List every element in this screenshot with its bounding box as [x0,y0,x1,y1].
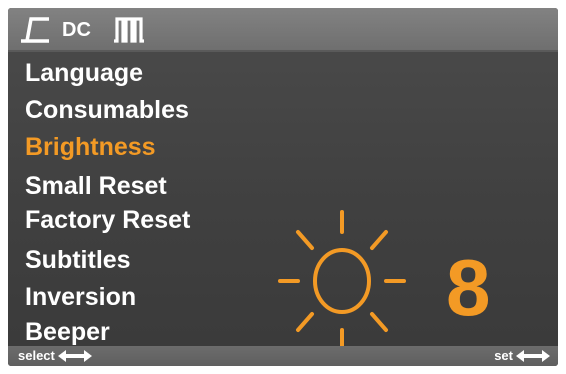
dc-label: DC [62,19,91,41]
menu-item-beeper[interactable]: Beeper [25,317,110,347]
set-hint: set [494,348,550,364]
topbar-divider [8,50,558,52]
brightness-value: 8 [446,243,491,332]
menu-item-factory-reset[interactable]: Factory Reset [25,205,190,235]
mode-bar: DC [8,8,558,50]
select-hint: select [18,348,92,364]
sun-icon [278,210,406,352]
select-hint-label: select [18,348,55,363]
pulse-train-icon [114,17,144,43]
menu-item-inversion[interactable]: Inversion [25,282,136,312]
menu-item-subtitles[interactable]: Subtitles [25,245,131,275]
menu-item-brightness[interactable]: Brightness [25,132,156,162]
left-right-arrow-icon [57,350,92,362]
step-wave-icon [21,17,49,43]
display-screen: DC Language Consumables Brightness Small… [8,8,558,366]
hint-bar: select set [8,346,558,366]
menu-item-consumables[interactable]: Consumables [25,95,189,125]
left-right-arrow-icon [516,350,550,362]
menu-item-small-reset[interactable]: Small Reset [25,171,167,201]
set-hint-label: set [494,348,513,363]
menu-item-language[interactable]: Language [25,58,143,88]
